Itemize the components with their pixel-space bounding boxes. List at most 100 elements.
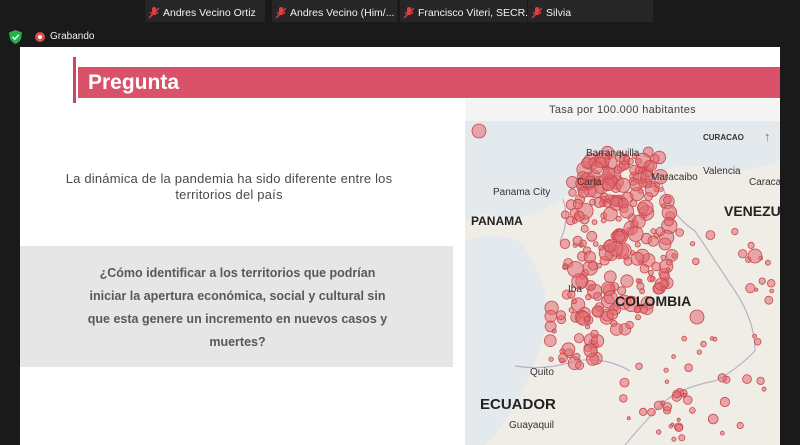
bubble-marker <box>583 251 597 264</box>
bubble-marker <box>573 352 581 361</box>
bubble-marker <box>551 328 557 334</box>
bubble-marker <box>764 295 774 305</box>
bubble-marker <box>742 374 752 384</box>
map-label: PANAMA <box>471 214 523 228</box>
bubble-marker <box>590 161 604 174</box>
bubble-marker <box>719 396 730 408</box>
title-band <box>78 67 780 98</box>
bubble-marker <box>571 298 577 305</box>
bubble-marker <box>761 386 767 392</box>
bubble-marker <box>544 310 558 323</box>
bubble-marker <box>614 165 623 175</box>
bubble-marker <box>678 434 686 442</box>
bubble-marker <box>705 230 716 240</box>
bubble-marker <box>671 354 676 359</box>
bubble-marker <box>548 356 554 362</box>
map-title: Tasa por 100.000 habitantes <box>465 99 780 121</box>
bubble-marker <box>593 292 602 301</box>
bubble-marker <box>598 244 605 251</box>
participant-name: Andres Vecino Ortiz <box>163 7 256 19</box>
bubble-marker <box>717 373 727 383</box>
participant-tile[interactable]: Andres Vecino Ortiz <box>145 0 265 22</box>
participant-tile[interactable]: Andres Vecino (Him/... <box>272 0 397 22</box>
bubble-marker <box>572 235 583 246</box>
bubble-marker <box>658 187 664 192</box>
bubble-marker <box>719 430 725 436</box>
bubble-marker <box>696 349 702 355</box>
bubble-marker <box>603 199 613 208</box>
bubble-marker <box>591 219 598 225</box>
bubble-marker <box>609 322 623 336</box>
bubble-marker <box>650 228 657 234</box>
bubble-marker <box>589 198 596 206</box>
participant-name: Francisco Viteri, SECR... <box>418 7 534 19</box>
bubble-marker <box>747 248 763 264</box>
bubble-marker <box>577 187 589 199</box>
muted-mic-icon <box>149 7 159 19</box>
bubble-marker <box>567 261 584 278</box>
map-label: Maracaibo <box>651 172 698 183</box>
question-box: ¿Cómo identificar a los territorios que … <box>20 246 453 367</box>
bubble-marker <box>655 226 666 237</box>
bubble-marker <box>585 293 592 301</box>
bubble-marker <box>568 188 577 197</box>
participant-tile[interactable]: Silvia <box>528 0 653 22</box>
bubble-marker <box>647 269 654 276</box>
bubble-marker <box>627 226 644 242</box>
bubble-marker <box>675 423 684 432</box>
security-shield-icon[interactable] <box>9 30 22 44</box>
map-label: Quito <box>530 367 554 378</box>
bubble-marker <box>573 210 585 222</box>
bubble-marker <box>559 238 571 250</box>
bubble-marker <box>668 424 673 429</box>
bubble-marker <box>604 270 617 284</box>
bubble-marker <box>654 181 661 188</box>
bubble-marker <box>572 198 584 210</box>
map-label: Panama City <box>493 187 551 198</box>
bubble-marker <box>671 253 677 259</box>
arrow-up-icon[interactable]: ↑ <box>764 129 778 145</box>
bubble-marker <box>745 283 756 294</box>
bubble-marker <box>731 228 739 236</box>
bubble-marker <box>671 436 677 442</box>
bubble-marker <box>639 407 648 416</box>
participant-strip: Andres Vecino Ortiz Andres Vecino (Him/.… <box>0 0 800 24</box>
bubble-marker <box>584 316 591 323</box>
muted-mic-icon <box>404 7 414 19</box>
bubble-marker <box>738 249 748 259</box>
map-label: Valencia <box>703 166 741 177</box>
bubble-marker <box>583 343 598 358</box>
bubble-marker <box>649 275 656 282</box>
bubble-marker <box>736 421 744 430</box>
bubble-marker <box>764 259 771 266</box>
bubble-marker <box>559 357 565 364</box>
bubble-marker <box>618 197 629 209</box>
bubble-marker <box>682 392 687 397</box>
bubble-marker <box>647 408 656 417</box>
bubble-marker <box>689 309 705 325</box>
bubble-marker <box>707 413 719 425</box>
bubble-marker <box>676 417 681 422</box>
bubble-marker <box>666 267 671 272</box>
bubble-marker <box>615 177 631 193</box>
bubble-marker <box>619 394 628 403</box>
bubble-marker <box>630 251 645 266</box>
shared-slide: Pregunta La dinámica de la pandemia ha s… <box>20 47 780 445</box>
bubble-marker <box>681 335 688 342</box>
recording-indicator[interactable]: Grabando <box>35 31 94 42</box>
recording-label: Grabando <box>50 31 95 42</box>
bubble-marker <box>650 154 660 164</box>
bubble-marker <box>634 241 641 248</box>
bubble-map: Tasa por 100.000 habitantes ↑ CURACAO Ba… <box>465 99 780 445</box>
bubble-marker <box>580 224 589 233</box>
bubble-marker <box>690 241 696 247</box>
bubble-marker <box>575 360 585 370</box>
bubble-marker <box>769 288 775 294</box>
bubble-marker <box>664 216 674 227</box>
participant-tile[interactable]: Francisco Viteri, SECR... <box>400 0 534 22</box>
bubble-marker <box>556 310 566 321</box>
intro-text: La dinámica de la pandemia ha sido difer… <box>65 171 393 202</box>
bubble-marker <box>747 241 755 249</box>
bubble-marker <box>590 329 599 339</box>
muted-mic-icon <box>532 7 542 19</box>
